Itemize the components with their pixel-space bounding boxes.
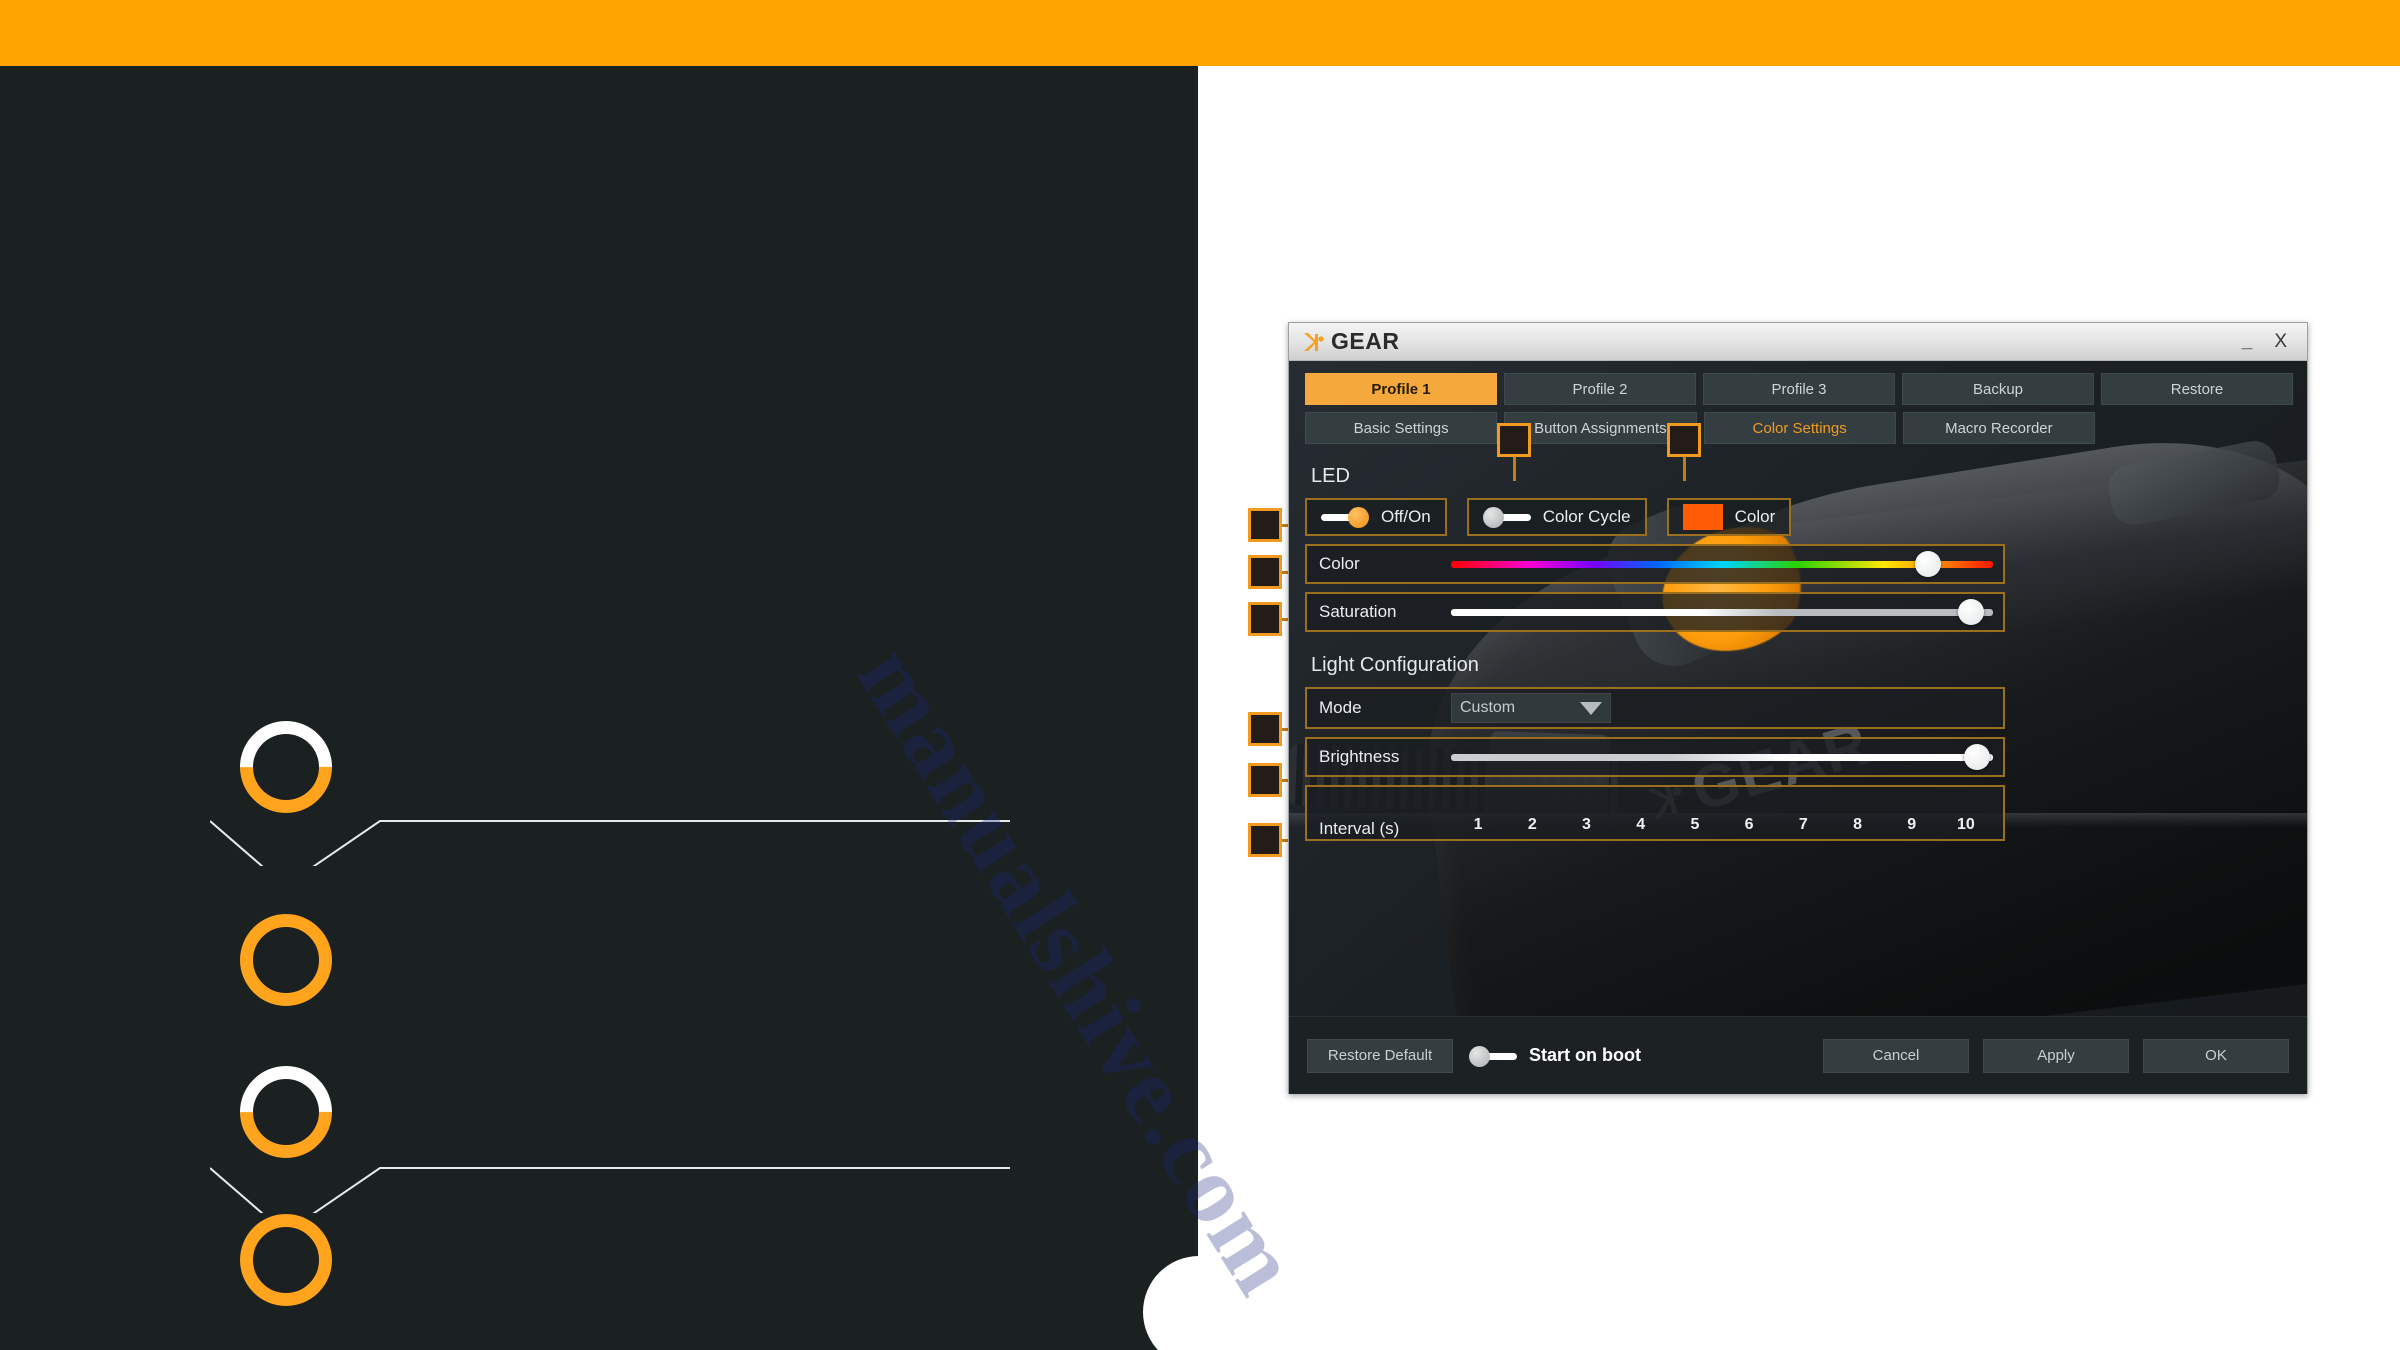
fnatic-logo-icon <box>1304 332 1324 351</box>
color-slider-knob[interactable] <box>1914 551 1941 577</box>
color-slider-row[interactable]: Color <box>1305 544 2005 584</box>
settings-content: LED Off/On Color Cycle Color Color Satur… <box>1305 459 2005 841</box>
saturation-slider[interactable] <box>1451 599 1993 625</box>
tab-color-settings[interactable]: Color Settings <box>1703 412 1896 444</box>
color-swatch-label: Color <box>1734 507 1776 526</box>
callout-square-led-toggle <box>1248 508 1282 542</box>
mode-select[interactable]: Custom <box>1451 693 1611 723</box>
interval-tick-7: 7 <box>1798 816 1808 833</box>
interval-tick-2: 2 <box>1527 816 1537 833</box>
interval-slider-row[interactable]: Interval (s) 1 2 3 4 5 6 7 8 9 10 <box>1305 785 2005 841</box>
brightness-slider-track <box>1451 754 1993 761</box>
interval-tick-5: 5 <box>1690 816 1700 833</box>
window-brand-text: GEAR <box>1331 328 1400 354</box>
interval-tick-9: 9 <box>1907 816 1917 833</box>
callout-leader-2 <box>210 1167 1010 1213</box>
color-cycle-toggle[interactable]: Color Cycle <box>1466 498 1647 536</box>
tab-profile-2[interactable]: Profile 2 <box>1504 373 1696 405</box>
callout-square-color-settings <box>1667 423 1701 457</box>
window-controls: _ X <box>2242 332 2295 351</box>
tab-macro-recorder[interactable]: Macro Recorder <box>1902 412 2095 444</box>
interval-tick-6: 6 <box>1744 816 1754 833</box>
callout-square-brightness <box>1248 763 1282 797</box>
minimize-icon[interactable]: _ <box>2242 332 2253 351</box>
interval-control[interactable]: 1 2 3 4 5 6 7 8 9 10 <box>1451 816 1993 839</box>
mode-row: Mode Custom <box>1305 687 2005 729</box>
callout-leader-1 <box>210 820 1010 866</box>
brightness-slider-row[interactable]: Brightness <box>1305 737 2005 777</box>
color-cycle-switch-icon[interactable] <box>1482 507 1531 528</box>
start-on-boot-label: Start on boot <box>1529 1045 1641 1065</box>
callout-square-interval <box>1248 823 1282 857</box>
interval-tick-1: 1 <box>1473 816 1483 833</box>
led-toggle-row: Off/On Color Cycle Color <box>1305 498 2005 536</box>
fnatic-gear-window: GEAR _ X Profile 1 Profile 2 Profile 3 B… <box>1288 322 2308 1094</box>
manual-page: manualshive.com GEAR _ X Profile 1 Profi… <box>0 0 2400 1350</box>
window-footer: Restore Default Start on boot Cancel App… <box>1289 1016 2307 1094</box>
tab-restore[interactable]: Restore <box>2101 373 2293 405</box>
off-on-label: Off/On <box>1381 507 1431 526</box>
tab-bar: Profile 1 Profile 2 Profile 3 Backup Res… <box>1305 373 2293 444</box>
window-body: GEAR Profile 1 Profile 2 Profile 3 Backu… <box>1289 361 2307 1094</box>
color-slider-track <box>1451 561 1993 568</box>
interval-tick-3: 3 <box>1582 816 1591 833</box>
saturation-slider-knob[interactable] <box>1958 599 1985 625</box>
callout-square-saturation <box>1248 602 1282 636</box>
tab-profile-3[interactable]: Profile 3 <box>1703 373 1895 405</box>
tab-backup[interactable]: Backup <box>1902 373 2094 405</box>
cancel-button[interactable]: Cancel <box>1823 1038 1969 1073</box>
color-slider[interactable] <box>1451 551 1993 577</box>
mode-label: Mode <box>1319 698 1362 717</box>
ok-button[interactable]: OK <box>2143 1038 2289 1073</box>
saturation-slider-label: Saturation <box>1319 602 1397 621</box>
off-on-switch-icon[interactable] <box>1321 507 1369 528</box>
callout-square-color-slider <box>1248 555 1282 589</box>
interval-tick-10: 10 <box>1957 816 1975 833</box>
window-titlebar: GEAR _ X <box>1289 323 2307 361</box>
interval-tick-labels: 1 2 3 4 5 6 7 8 9 10 <box>1451 816 1993 834</box>
chevron-down-icon[interactable] <box>1580 701 1602 715</box>
apply-button[interactable]: Apply <box>1983 1038 2129 1073</box>
color-swatch-control[interactable]: Color <box>1666 498 1792 536</box>
interval-tick-4: 4 <box>1636 816 1646 833</box>
off-on-toggle[interactable]: Off/On <box>1305 498 1447 536</box>
start-on-boot-switch-icon[interactable] <box>1469 1045 1517 1067</box>
callout-square-mode <box>1248 712 1282 746</box>
color-slider-label: Color <box>1319 554 1360 573</box>
color-cycle-label: Color Cycle <box>1542 507 1631 526</box>
brightness-slider-knob[interactable] <box>1963 744 1990 770</box>
start-on-boot-control[interactable]: Start on boot <box>1469 1045 1641 1067</box>
tab-basic-settings[interactable]: Basic Settings <box>1305 412 1498 444</box>
page-notch <box>1143 1256 1199 1350</box>
restore-default-button[interactable]: Restore Default <box>1307 1038 1453 1073</box>
callout-ring-2 <box>240 914 332 1006</box>
callout-square-button-assignments <box>1497 423 1531 457</box>
left-content-panel: manualshive.com <box>0 66 1322 1350</box>
callout-ring-4 <box>240 1214 332 1306</box>
top-orange-band <box>0 0 2400 66</box>
interval-tick-8: 8 <box>1853 816 1862 833</box>
close-icon[interactable]: X <box>2274 332 2287 351</box>
light-config-title: Light Configuration <box>1311 654 1479 676</box>
brightness-slider-label: Brightness <box>1319 747 1400 766</box>
color-swatch-icon[interactable] <box>1682 504 1723 530</box>
tab-profile-1[interactable]: Profile 1 <box>1305 373 1497 405</box>
profile-tab-row: Profile 1 Profile 2 Profile 3 Backup Res… <box>1305 373 2293 405</box>
saturation-slider-row[interactable]: Saturation <box>1305 592 2005 632</box>
mode-selected-value: Custom <box>1460 699 1516 716</box>
led-section-title: LED <box>1311 465 1350 487</box>
saturation-slider-track <box>1451 609 1993 616</box>
interval-label: Interval (s) <box>1319 819 1400 838</box>
brightness-slider[interactable] <box>1451 744 1993 770</box>
